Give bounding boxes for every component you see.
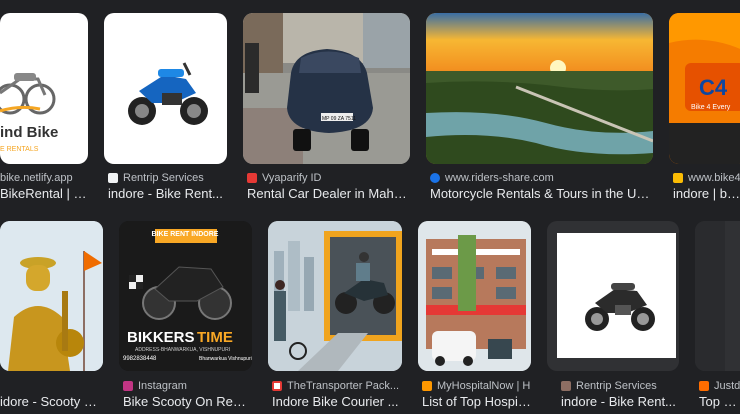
result-title[interactable]: Motorcycle Rentals & Tours in the US... bbox=[430, 186, 653, 201]
result-source: www.riders-share.com bbox=[430, 170, 653, 186]
hospital-building-image bbox=[418, 221, 531, 371]
result-title[interactable]: indore - Bike Rent... bbox=[561, 394, 679, 409]
result-title[interactable]: idore - Scooty on... bbox=[0, 394, 103, 409]
result-image[interactable]: BIKE RENT INDORE BIKKERS TIME ADDRESS-BH… bbox=[119, 221, 252, 371]
result-image[interactable]: C4 Bike 4 Every bbox=[669, 13, 740, 164]
result-source: Instagram bbox=[123, 378, 252, 394]
result-source: Justdi bbox=[699, 378, 740, 394]
logo-subtext: E RENTALS bbox=[0, 146, 39, 153]
poster-brand: BIKKERS bbox=[127, 329, 195, 346]
logo-text: ind Bike bbox=[0, 124, 58, 141]
result-image[interactable] bbox=[695, 221, 740, 371]
bike4e-favicon bbox=[673, 173, 683, 183]
motorcycle-image bbox=[128, 62, 208, 125]
rentrip-favicon bbox=[108, 173, 118, 183]
result-title[interactable]: indore | bike bbox=[673, 186, 740, 201]
bikkers-time-poster: BIKE RENT INDORE BIKKERS TIME ADDRESS-BH… bbox=[119, 221, 252, 371]
logo-text: C4 bbox=[699, 75, 728, 100]
result-image[interactable] bbox=[268, 221, 402, 371]
license-plate: MP 09 ZA 7511 bbox=[322, 116, 356, 122]
result-image[interactable]: ind Bike E RENTALS bbox=[0, 13, 88, 164]
partial-image bbox=[695, 221, 725, 371]
result-title[interactable]: List of Top Hospital... bbox=[422, 394, 531, 409]
product-image-frame bbox=[557, 233, 676, 358]
myhospitalnow-favicon bbox=[422, 381, 432, 391]
result-image[interactable] bbox=[547, 221, 679, 371]
bike-loading-truck-image bbox=[268, 221, 402, 371]
transporter-favicon bbox=[272, 381, 282, 391]
result-source: bike.netlify.app bbox=[0, 172, 73, 184]
poster-location: Bhanwarkua Vishnupuri bbox=[199, 356, 252, 362]
result-image[interactable]: MP 09 ZA 7511 bbox=[243, 13, 410, 164]
result-source: TheTransporter Pack... bbox=[272, 378, 402, 394]
result-image[interactable] bbox=[0, 221, 103, 371]
result-source: Rentrip Services bbox=[561, 378, 679, 394]
result-image[interactable] bbox=[418, 221, 531, 371]
result-title[interactable]: Indore Bike Courier ... bbox=[272, 394, 402, 409]
bike-logo-image: ind Bike E RENTALS bbox=[0, 73, 58, 153]
result-image[interactable] bbox=[104, 13, 227, 164]
justdial-favicon bbox=[699, 381, 709, 391]
result-title[interactable]: BikeRental | B... bbox=[0, 186, 88, 201]
result-source: MyHospitalNow | H... bbox=[422, 378, 531, 394]
rentrip-favicon bbox=[561, 381, 571, 391]
poster-brand-2: TIME bbox=[197, 329, 233, 346]
poster-top-text: BIKE RENT INDORE bbox=[152, 231, 219, 238]
result-title[interactable]: Rental Car Dealer in Mahal... bbox=[247, 186, 410, 201]
instagram-favicon bbox=[123, 381, 133, 391]
car-on-street-image: MP 09 ZA 7511 bbox=[243, 13, 410, 164]
orange-bike-image: C4 Bike 4 Every bbox=[669, 13, 740, 164]
poster-phone: 9982838448 bbox=[123, 356, 157, 362]
motorcycle-image bbox=[585, 283, 655, 331]
logo-subtext: Bike 4 Every bbox=[691, 104, 731, 111]
result-title[interactable]: Bike Scooty On Rent... bbox=[123, 394, 252, 409]
result-title[interactable]: Top Mot bbox=[699, 394, 740, 409]
result-source: Vyaparify ID bbox=[247, 170, 410, 186]
result-title[interactable]: indore - Bike Rent... bbox=[108, 186, 227, 201]
poster-address: ADDRESS-BHANWARKUA, VISHNUPURI bbox=[135, 347, 230, 353]
sunset-landscape-image bbox=[426, 13, 653, 164]
riders-share-favicon bbox=[430, 173, 440, 183]
result-source: www.bike4e bbox=[673, 170, 740, 186]
vyaparify-favicon bbox=[247, 173, 257, 183]
result-source: Rentrip Services bbox=[108, 170, 227, 186]
statue-image bbox=[0, 221, 103, 371]
result-image[interactable] bbox=[426, 13, 653, 164]
